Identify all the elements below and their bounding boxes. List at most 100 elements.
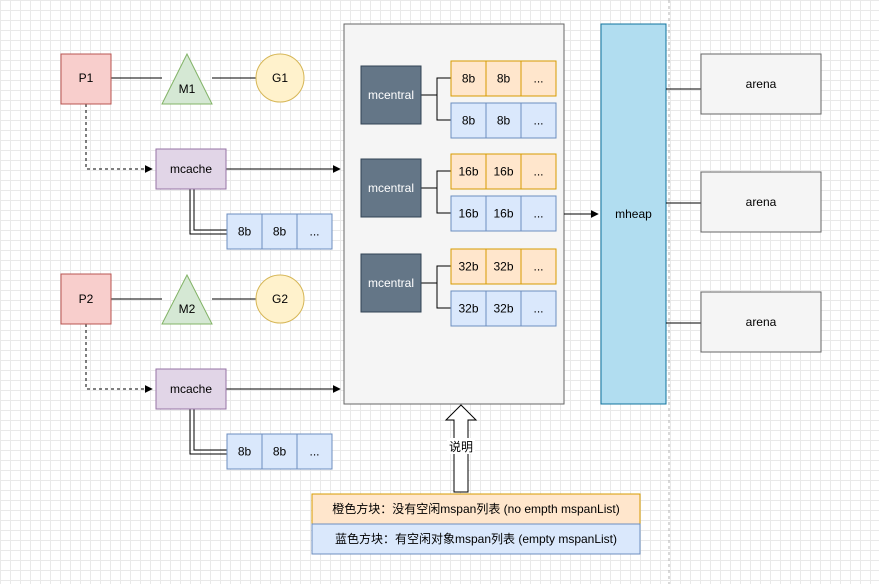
mcentral-label: mcentral <box>368 181 414 195</box>
mheap-label: mheap <box>615 207 652 221</box>
mcache-1-span-1[interactable]: 8b <box>261 213 298 250</box>
span-label: 8b <box>238 445 252 459</box>
span-label: 16b <box>493 165 513 179</box>
span-label: ... <box>533 165 543 179</box>
span-label: 8b <box>462 72 476 86</box>
blue-span[interactable]: 8b <box>450 102 487 139</box>
mcache-1-label: mcache <box>170 162 212 176</box>
span-label: ... <box>533 302 543 316</box>
legend: 橙色方块：没有空闲mspan列表 (no empth mspanList) 蓝色… <box>311 493 641 555</box>
p2-label: P2 <box>79 292 94 306</box>
m1-label: M1 <box>179 82 196 96</box>
blue-span[interactable]: 8b <box>485 102 522 139</box>
span-label: 32b <box>493 302 513 316</box>
span-label: ... <box>533 72 543 86</box>
m1-node[interactable]: M1 <box>161 52 213 105</box>
m2-node[interactable]: M2 <box>161 273 213 325</box>
mcache-2[interactable]: mcache <box>155 368 227 410</box>
span-label: ... <box>309 445 319 459</box>
arena-2[interactable]: arena <box>700 171 822 233</box>
mcentral-container: mcentral 8b 8b ... 8b 8b ... mcentral 16… <box>343 23 565 405</box>
span-label: 16b <box>458 165 478 179</box>
legend-orange-entry: 橙色方块：没有空闲mspan列表 (no empth mspanList) <box>311 493 641 525</box>
orange-span[interactable]: 32b <box>485 248 522 285</box>
mcache1-spans-link-inner <box>193 189 227 231</box>
arena-3[interactable]: arena <box>700 291 822 353</box>
span-label: 32b <box>493 260 513 274</box>
orange-span[interactable]: ... <box>520 248 557 285</box>
span-label: 8b <box>273 445 287 459</box>
p1-mcache-dashed-link <box>85 104 153 173</box>
mcentral-16b-node[interactable]: mcentral <box>360 158 422 218</box>
mheap-node[interactable]: mheap <box>600 23 667 405</box>
mcentral-label: mcentral <box>368 276 414 290</box>
mcentral-label: mcentral <box>368 88 414 102</box>
legend-orange-text: 橙色方块：没有空闲mspan列表 (no empth mspanList) <box>332 501 619 516</box>
mcache-1-span-0[interactable]: 8b <box>226 213 263 250</box>
arena-1[interactable]: arena <box>700 53 822 115</box>
processor-group-2: P2 M2 G2 mcache 8b 8b ... <box>60 273 341 470</box>
legend-blue-text: 蓝色方块：有空闲对象mspan列表 (empty mspanList) <box>335 531 617 546</box>
blue-span[interactable]: ... <box>520 290 557 327</box>
orange-span-row: 16b 16b ... <box>450 153 557 190</box>
mcache-1-span-2[interactable]: ... <box>296 213 333 250</box>
arena-label: arena <box>746 315 777 329</box>
span-label: 8b <box>273 225 287 239</box>
mcache-2-spans: 8b 8b ... <box>226 433 333 470</box>
orange-span[interactable]: ... <box>520 153 557 190</box>
blue-span[interactable]: ... <box>520 195 557 232</box>
orange-span-row: 8b 8b ... <box>450 60 557 97</box>
mcentral-32b-node[interactable]: mcentral <box>360 253 422 313</box>
mcache2-spans-link-inner <box>193 409 227 451</box>
span-label: 8b <box>462 114 476 128</box>
span-label: ... <box>533 260 543 274</box>
arena-label: arena <box>746 77 777 91</box>
p2-node[interactable]: P2 <box>60 273 112 325</box>
processor-group-1: P1 M1 G1 mcache 8b 8b ... <box>60 52 341 250</box>
span-label: 8b <box>497 72 511 86</box>
span-label: ... <box>309 225 319 239</box>
orange-span-row: 32b 32b ... <box>450 248 557 285</box>
p1-node[interactable]: P1 <box>60 53 112 105</box>
legend-blue-entry: 蓝色方块：有空闲对象mspan列表 (empty mspanList) <box>311 523 641 555</box>
orange-span[interactable]: 8b <box>450 60 487 97</box>
m2-label: M2 <box>179 302 196 316</box>
g2-label: G2 <box>272 292 288 306</box>
orange-span[interactable]: ... <box>520 60 557 97</box>
mcache-1-spans: 8b 8b ... <box>226 213 333 250</box>
span-label: ... <box>533 114 543 128</box>
blue-span-row: 8b 8b ... <box>450 102 557 139</box>
mcache-2-span-1[interactable]: 8b <box>261 433 298 470</box>
diagram-canvas: P1 M1 G1 mcache 8b 8b ... P2 M2 G2 mcach… <box>60 0 822 584</box>
blue-span[interactable]: 16b <box>450 195 487 232</box>
arena-label: arena <box>746 195 777 209</box>
p1-label: P1 <box>79 71 94 85</box>
orange-span[interactable]: 8b <box>485 60 522 97</box>
mcache-1[interactable]: mcache <box>155 148 227 190</box>
mcache-2-span-0[interactable]: 8b <box>226 433 263 470</box>
span-label: 16b <box>493 207 513 221</box>
mcentral-8b-node[interactable]: mcentral <box>360 65 422 125</box>
g1-node[interactable]: G1 <box>255 53 305 103</box>
span-label: 16b <box>458 207 478 221</box>
blue-span-row: 32b 32b ... <box>450 290 557 327</box>
blue-span[interactable]: 16b <box>485 195 522 232</box>
g2-node[interactable]: G2 <box>255 274 305 324</box>
g1-label: G1 <box>272 71 288 85</box>
orange-span[interactable]: 32b <box>450 248 487 285</box>
callout-arrow[interactable]: 说明 <box>444 404 478 493</box>
mcache1-spans-link <box>189 189 227 235</box>
callout-label: 说明 <box>449 439 473 454</box>
blue-span[interactable]: 32b <box>450 290 487 327</box>
span-label: 8b <box>497 114 511 128</box>
blue-span-row: 16b 16b ... <box>450 195 557 232</box>
orange-span[interactable]: 16b <box>485 153 522 190</box>
mcache2-spans-link <box>189 409 227 455</box>
mcache-2-label: mcache <box>170 382 212 396</box>
mcache-2-span-2[interactable]: ... <box>296 433 333 470</box>
blue-span[interactable]: 32b <box>485 290 522 327</box>
span-label: 32b <box>458 302 478 316</box>
blue-span[interactable]: ... <box>520 102 557 139</box>
orange-span[interactable]: 16b <box>450 153 487 190</box>
span-label: 32b <box>458 260 478 274</box>
